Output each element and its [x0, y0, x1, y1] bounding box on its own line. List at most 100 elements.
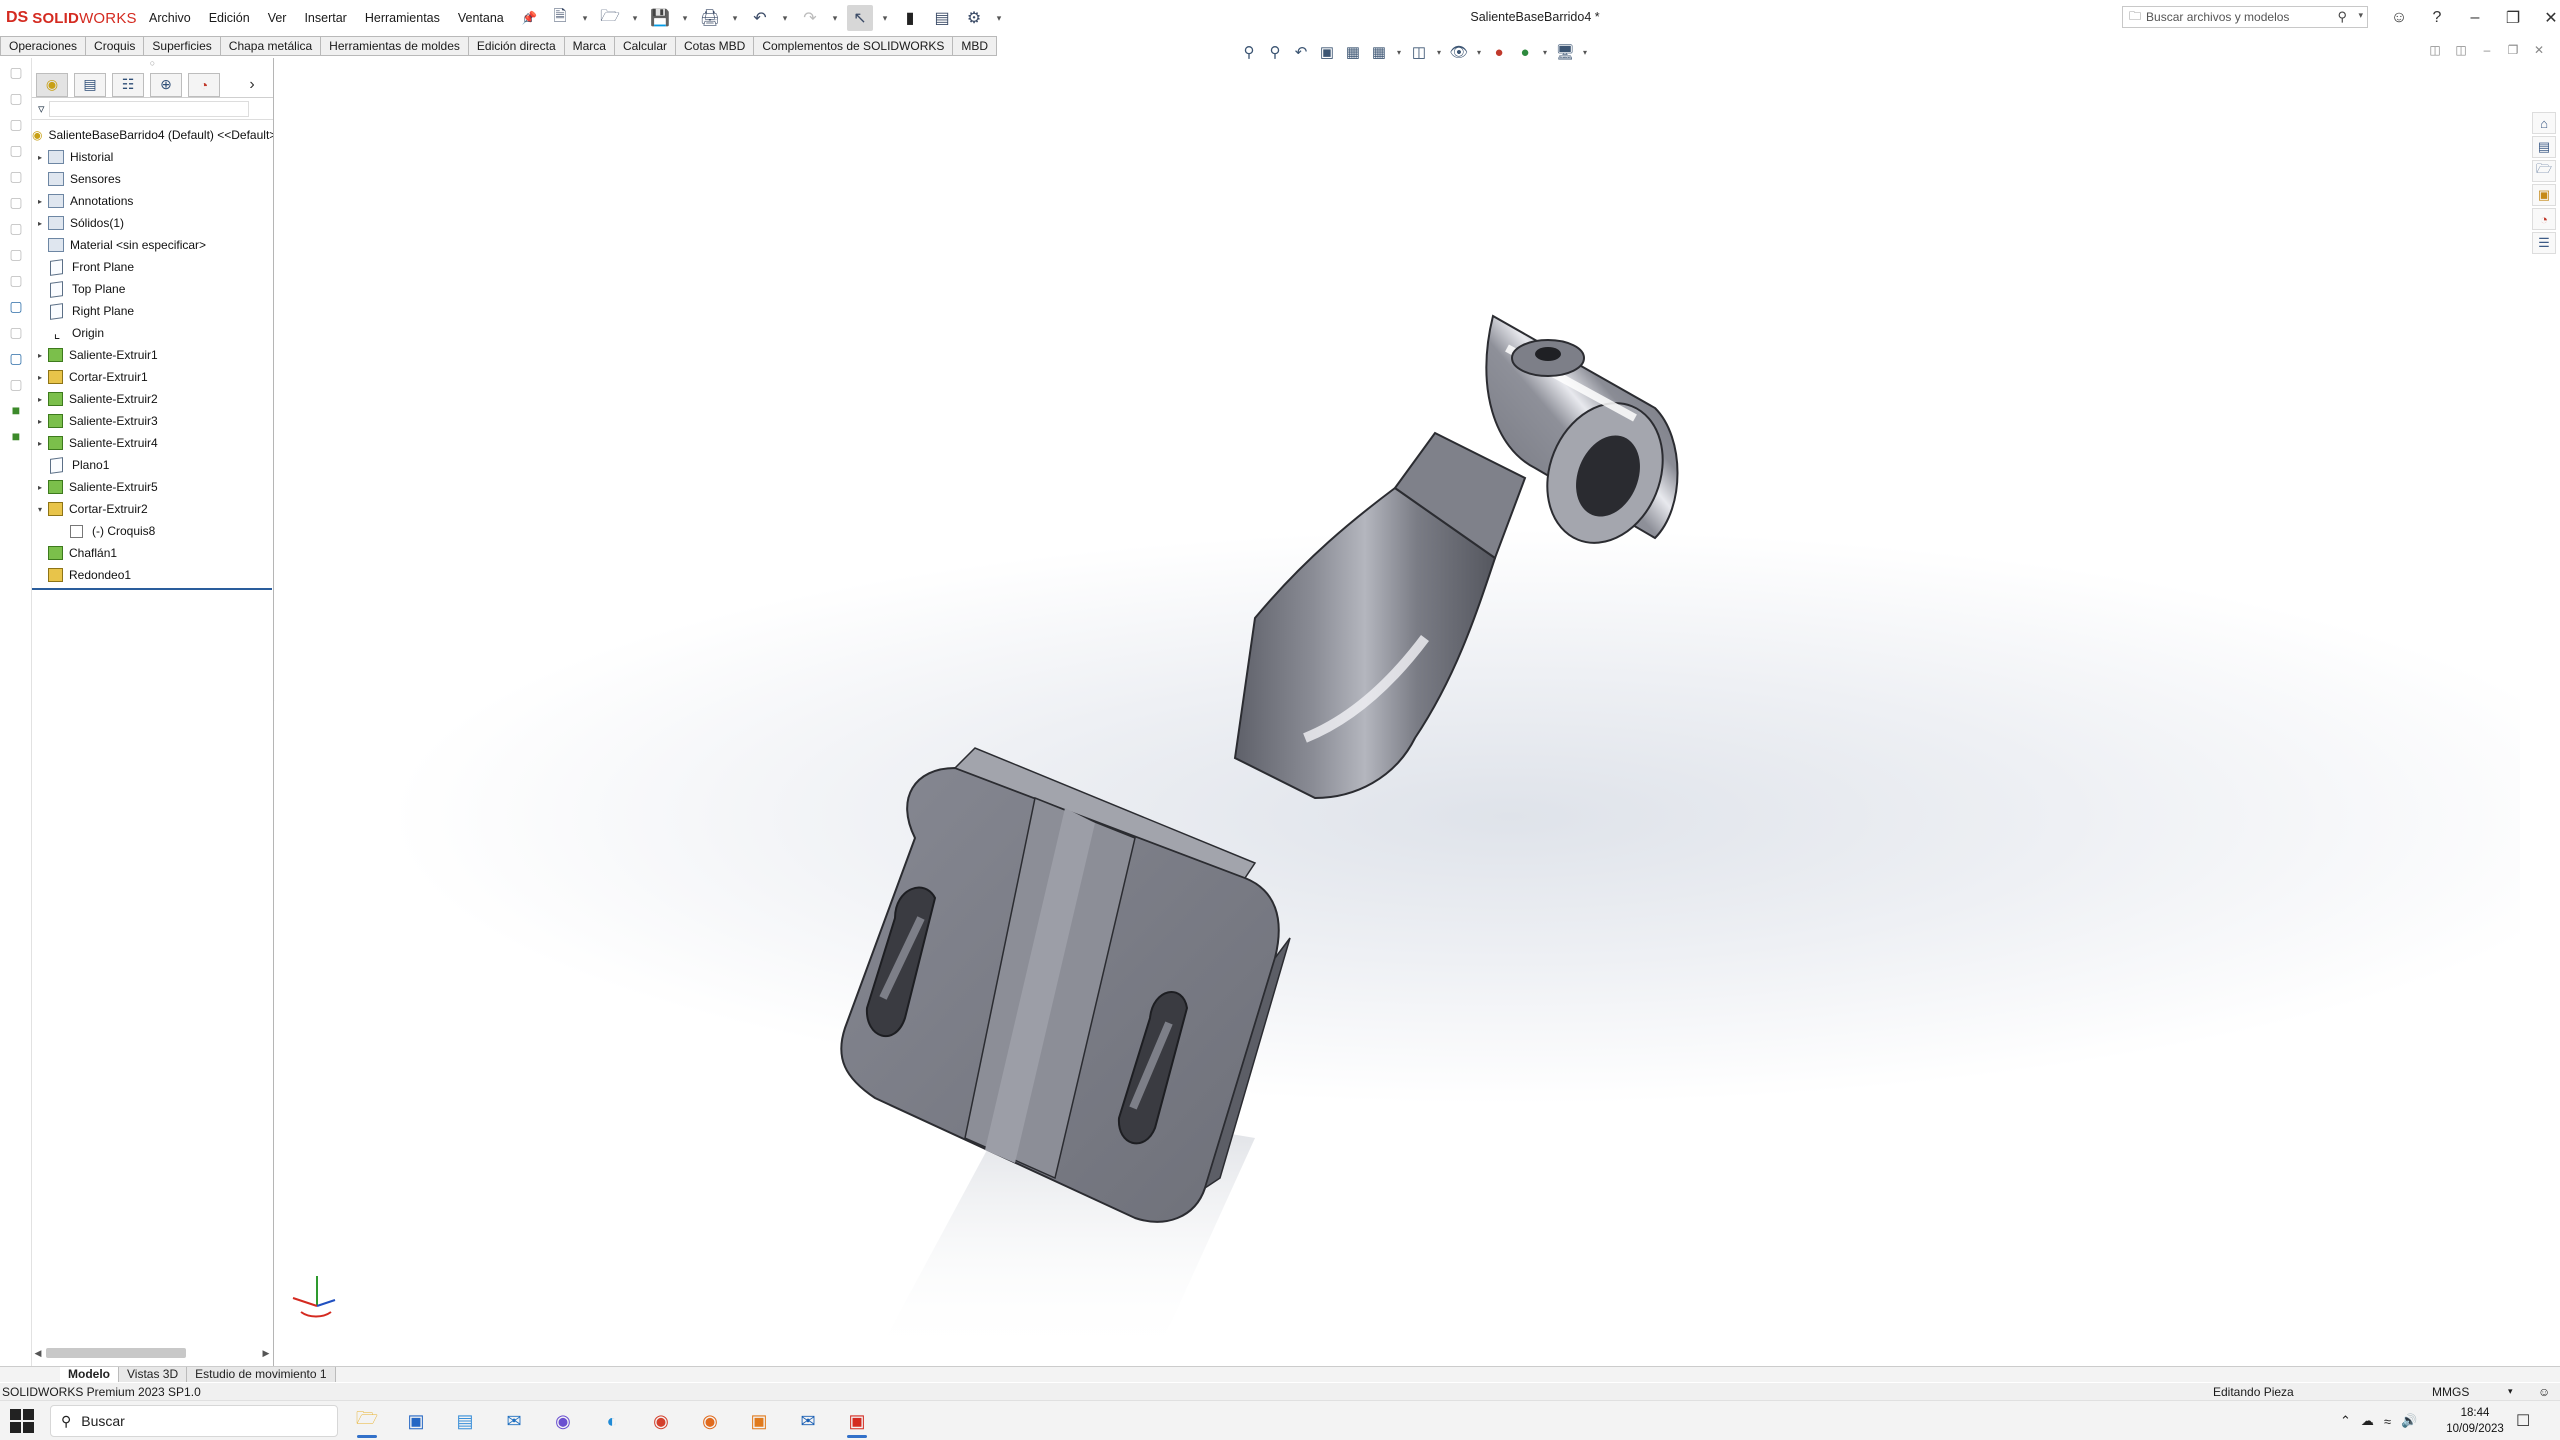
- redo-icon[interactable]: ↷: [797, 5, 823, 31]
- appearances-icon[interactable]: ◔: [2532, 208, 2556, 230]
- tab-cotas-mbd[interactable]: Cotas MBD: [675, 36, 755, 56]
- tree-item[interactable]: ▸ Saliente-Extruir2: [32, 388, 273, 410]
- custom-properties-icon[interactable]: ☰: [2532, 232, 2556, 254]
- search-input[interactable]: 🗀 Buscar archivos y modelos ⚲ ▾: [2122, 6, 2368, 28]
- view-orientation-icon[interactable]: ▦: [1368, 41, 1390, 63]
- strip-tool-13-icon[interactable]: ▢: [4, 372, 28, 396]
- file-explorer-app-icon[interactable]: 🗁: [345, 1404, 389, 1438]
- wifi-icon[interactable]: ≈: [2384, 1414, 2391, 1429]
- expand-arrow-icon[interactable]: ▸: [32, 219, 48, 228]
- solidworks-logo[interactable]: DS SOLIDWORKS: [6, 7, 137, 29]
- mail-app-icon[interactable]: ✉: [492, 1404, 536, 1438]
- tree-item[interactable]: ▾ Cortar-Extruir2: [32, 498, 273, 520]
- strip-display-icon[interactable]: ▢: [4, 346, 28, 370]
- strip-measure-icon[interactable]: ▢: [4, 294, 28, 318]
- strip-tool-11-icon[interactable]: ▢: [4, 320, 28, 344]
- redo-dropdown-icon[interactable]: ▾: [829, 5, 841, 31]
- status-units[interactable]: MMGS: [2432, 1385, 2469, 1399]
- help-icon[interactable]: ?: [2418, 4, 2456, 32]
- units-dropdown-icon[interactable]: ▾: [2508, 1386, 2513, 1397]
- new-document-icon[interactable]: 🗎: [547, 5, 573, 31]
- expand-arrow-icon[interactable]: ▸: [32, 439, 48, 448]
- feature-manager-tab-icon[interactable]: ◉: [36, 72, 68, 97]
- tree-horizontal-scrollbar[interactable]: ◀ ▶: [32, 1346, 272, 1360]
- design-library-icon[interactable]: ▤: [2532, 136, 2556, 158]
- tree-item[interactable]: ▸ Saliente-Extruir3: [32, 410, 273, 432]
- tab-marca[interactable]: Marca: [564, 36, 615, 56]
- view-settings-icon[interactable]: 🖥: [1554, 41, 1576, 63]
- tab-chapa-metalica[interactable]: Chapa metálica: [220, 36, 322, 56]
- tree-item[interactable]: ▸ Sólidos(1): [32, 212, 273, 234]
- tree-item[interactable]: (-) Croquis8: [32, 520, 273, 542]
- configuration-manager-tab-icon[interactable]: ☷: [112, 72, 144, 97]
- view-palette-icon[interactable]: ▣: [2532, 184, 2556, 206]
- tab-mbd[interactable]: MBD: [953, 36, 998, 56]
- view-orientation-dropdown-icon[interactable]: ▾: [1394, 41, 1404, 63]
- select-dropdown-icon[interactable]: ▾: [879, 5, 891, 31]
- options-dropdown-icon[interactable]: ▾: [993, 5, 1005, 31]
- tree-item[interactable]: Sensores: [32, 168, 273, 190]
- firefox-app-icon[interactable]: ◉: [688, 1404, 732, 1438]
- section-view-icon[interactable]: ▣: [1316, 41, 1338, 63]
- file-properties-icon[interactable]: ▤: [929, 5, 955, 31]
- expand-arrow-icon[interactable]: ▸: [32, 373, 48, 382]
- undo-icon[interactable]: ↶: [747, 5, 773, 31]
- viewport-tile-right-icon[interactable]: ◫: [2451, 40, 2471, 60]
- windows-start-icon[interactable]: [10, 1409, 34, 1433]
- tree-item[interactable]: Plano1: [32, 454, 273, 476]
- copilot-app-icon[interactable]: ◉: [541, 1404, 585, 1438]
- zoom-to-fit-icon[interactable]: ⚲: [1238, 41, 1260, 63]
- strip-tool-14-icon[interactable]: ■: [4, 398, 28, 422]
- dimxpert-manager-tab-icon[interactable]: ⊕: [150, 72, 182, 97]
- scene-dropdown-icon[interactable]: ▾: [1540, 41, 1550, 63]
- part-model[interactable]: [835, 278, 1935, 1358]
- strip-tool-4-icon[interactable]: ▢: [4, 138, 28, 162]
- notifications-icon[interactable]: ☐: [2516, 1411, 2530, 1431]
- hide-show-items-icon[interactable]: 👁: [1448, 41, 1470, 63]
- tab-edicion-directa[interactable]: Edición directa: [468, 36, 565, 56]
- tree-item[interactable]: ▸ Saliente-Extruir1: [32, 344, 273, 366]
- panel-grip[interactable]: ○: [32, 58, 273, 72]
- tab-operaciones[interactable]: Operaciones: [0, 36, 87, 56]
- expand-arrow-icon[interactable]: ▸: [32, 395, 48, 404]
- onedrive-icon[interactable]: ☁: [2361, 1413, 2374, 1429]
- tab-superficies[interactable]: Superficies: [144, 36, 221, 56]
- strip-tool-6-icon[interactable]: ▢: [4, 190, 28, 214]
- tree-item[interactable]: ▸ Saliente-Extruir4: [32, 432, 273, 454]
- strip-tool-1-icon[interactable]: ▢: [4, 60, 28, 84]
- property-manager-tab-icon[interactable]: ▤: [74, 72, 106, 97]
- store-app-icon[interactable]: ▣: [394, 1404, 438, 1438]
- tree-item[interactable]: ▸ Annotations: [32, 190, 273, 212]
- save-dropdown-icon[interactable]: ▾: [679, 5, 691, 31]
- menu-ventana[interactable]: Ventana: [449, 9, 513, 28]
- more-tabs-chevron-icon[interactable]: ›: [236, 73, 268, 97]
- expand-arrow-icon[interactable]: ▸: [32, 417, 48, 426]
- tree-filter-input[interactable]: [48, 100, 249, 117]
- tab-vistas-3d[interactable]: Vistas 3D: [119, 1367, 188, 1382]
- menu-archivo[interactable]: Archivo: [140, 9, 200, 28]
- user-account-icon[interactable]: ☺: [2380, 4, 2418, 32]
- file-explorer-icon[interactable]: 🗁: [2532, 160, 2556, 182]
- solidworks-resources-icon[interactable]: ⌂: [2532, 112, 2556, 134]
- collapse-arrow-icon[interactable]: ▾: [32, 505, 48, 514]
- menu-ver[interactable]: Ver: [259, 9, 296, 28]
- viewport-minimize-icon[interactable]: –: [2477, 40, 2497, 60]
- tree-item[interactable]: Redondeo1: [32, 564, 273, 586]
- new-dropdown-icon[interactable]: ▾: [579, 5, 591, 31]
- tab-navigation[interactable]: [0, 1367, 60, 1383]
- options-gear-icon[interactable]: ⚙: [961, 5, 987, 31]
- zoom-to-area-icon[interactable]: ⚲: [1264, 41, 1286, 63]
- tab-herramientas-moldes[interactable]: Herramientas de moldes: [321, 36, 469, 56]
- hide-show-dropdown-icon[interactable]: ▾: [1474, 41, 1484, 63]
- home-icon[interactable]: ⌂: [515, 5, 541, 31]
- tab-complementos[interactable]: Complementos de SOLIDWORKS: [754, 36, 954, 56]
- strip-tool-5-icon[interactable]: ▢: [4, 164, 28, 188]
- expand-arrow-icon[interactable]: ▸: [32, 153, 48, 162]
- menu-insertar[interactable]: Insertar: [295, 9, 355, 28]
- photos-app-icon[interactable]: ▤: [443, 1404, 487, 1438]
- print-dropdown-icon[interactable]: ▾: [729, 5, 741, 31]
- select-cursor-icon[interactable]: ↖: [847, 5, 873, 31]
- tree-item[interactable]: Material <sin especificar>: [32, 234, 273, 256]
- expand-arrow-icon[interactable]: ▸: [32, 483, 48, 492]
- strip-tool-7-icon[interactable]: ▢: [4, 216, 28, 240]
